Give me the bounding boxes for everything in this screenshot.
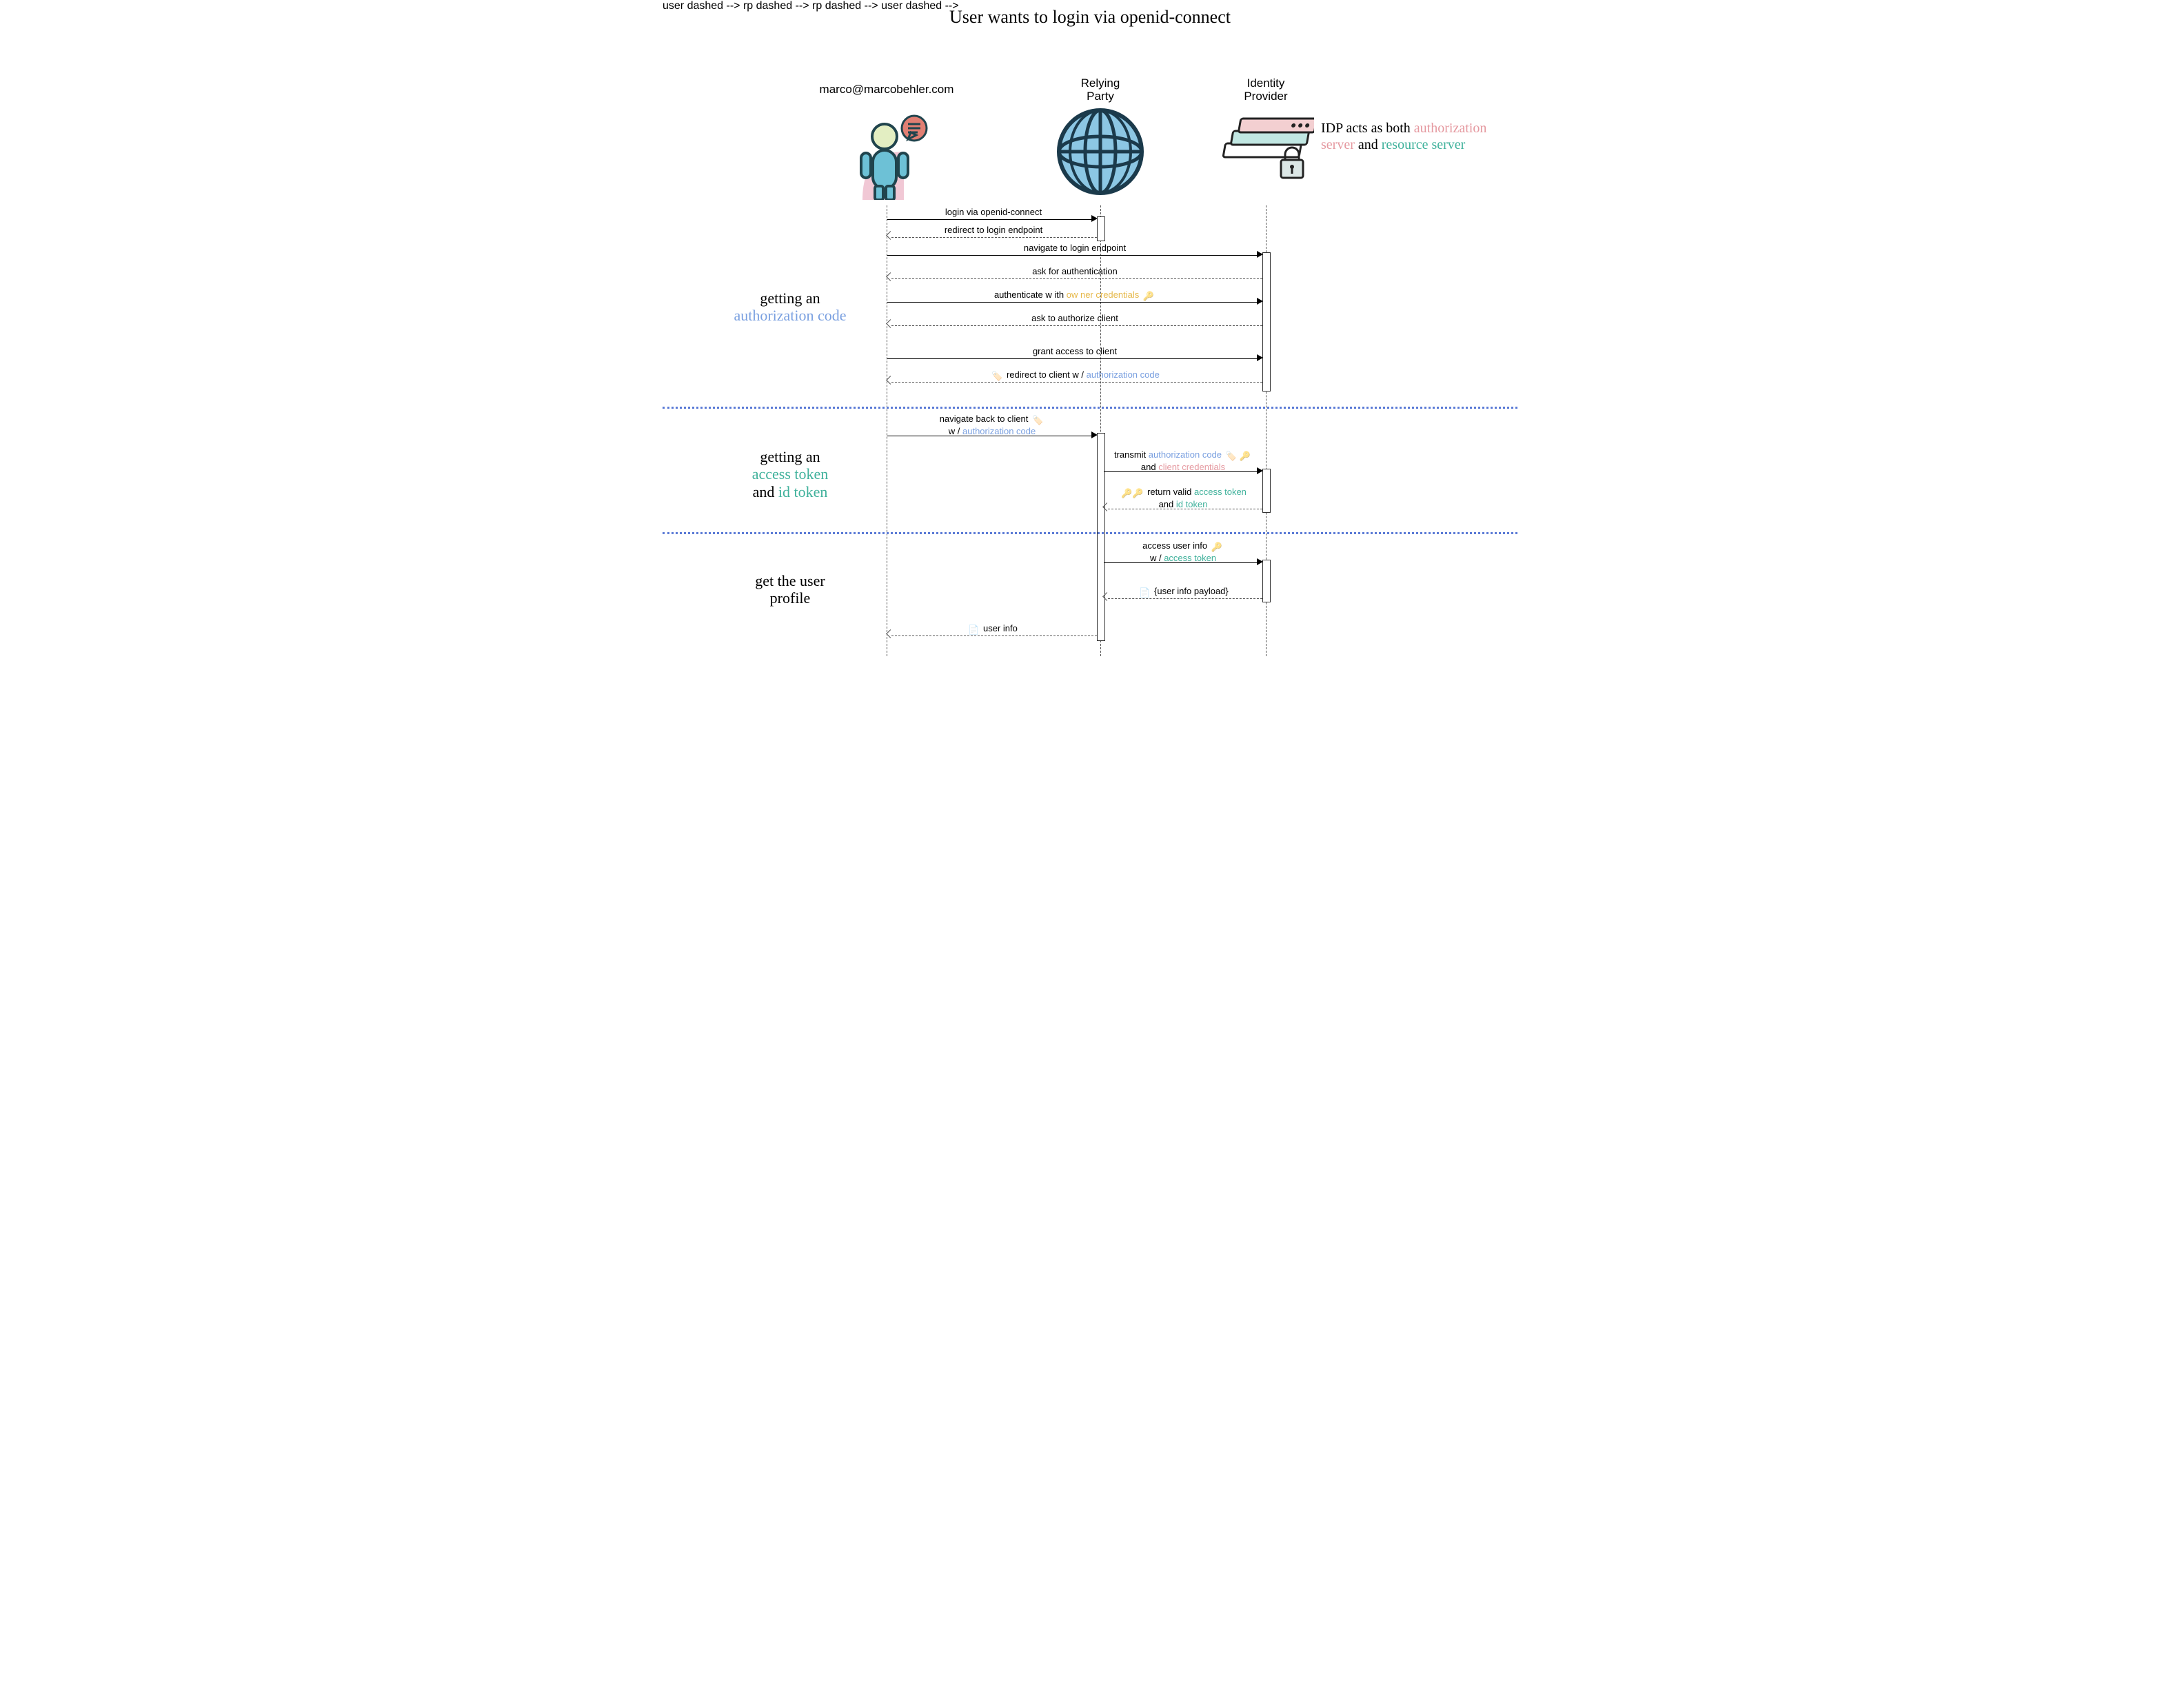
section-label-3: get the user profile [731, 572, 849, 607]
text: access token [1164, 553, 1216, 563]
user-icon [842, 110, 938, 203]
text: w / [949, 426, 960, 436]
message-label: access user info 🔑 w / access token [1104, 540, 1262, 563]
section-label-2: getting an access token and id token [728, 448, 852, 500]
key-icon: 🔑 [1240, 451, 1251, 462]
actor-label-user: marco@marcobehler.com [814, 83, 959, 96]
text: authorization code [1149, 449, 1222, 460]
text: Provider [1244, 90, 1287, 103]
text: access token [1194, 487, 1247, 497]
actor-label-identity-provider: Identity Provider [1221, 77, 1311, 103]
text: Identity [1247, 77, 1285, 90]
message-label: 📄 {user info payload} [1104, 586, 1262, 598]
message-label: 🏷️ redirect to client w / authorization … [887, 369, 1262, 382]
message-label: redirect to login endpoint [890, 225, 1097, 235]
text: get the user [755, 572, 825, 589]
text: id token [778, 483, 828, 500]
activation-bar [1097, 216, 1105, 241]
text: authorization code [734, 307, 846, 324]
message-label: ask to authorize client [887, 313, 1262, 323]
text: IDP acts as both [1321, 121, 1411, 136]
activation-bar [1262, 252, 1271, 392]
diagram-title: User wants to login via openid-connect [663, 7, 1517, 28]
text: transmit [1114, 449, 1146, 460]
message-label: transmit authorization code 🏷️🔑 and clie… [1104, 449, 1262, 472]
text: ow ner credentials [1067, 289, 1140, 300]
key-icon: 🔑 [1211, 542, 1222, 553]
document-icon: 📄 [968, 624, 979, 636]
message-label: grant access to client [887, 346, 1262, 356]
text: resource server [1382, 137, 1466, 152]
text: and [1141, 462, 1156, 472]
phase-divider [663, 532, 1517, 534]
text: getting an [760, 448, 820, 465]
text: navigate back to client [940, 414, 1029, 424]
section-label-1: getting an authorization code [725, 289, 856, 325]
text: authenticate w ith [994, 289, 1067, 300]
idp-note: IDP acts as both authorization server an… [1321, 120, 1507, 153]
text: and [753, 483, 775, 500]
message-label: 📄 user info [887, 623, 1097, 636]
text: access user info [1142, 540, 1207, 551]
text: profile [770, 589, 811, 607]
keys-icon: 🔑🔑 [1121, 488, 1143, 499]
globe-icon [1049, 103, 1152, 203]
message-label: navigate back to client 🏷️ w / authoriza… [887, 414, 1097, 436]
document-icon: 📄 [1139, 587, 1150, 598]
diagram-canvas: User wants to login via openid-connect m… [663, 0, 1517, 670]
text: getting an [760, 289, 820, 307]
server-icon [1218, 110, 1314, 196]
text: Relying [1081, 77, 1120, 90]
text: access token [752, 465, 829, 482]
text: w / [1150, 553, 1162, 563]
activation-bar [1262, 469, 1271, 513]
text: redirect to client w / [1007, 369, 1084, 380]
text: id token [1176, 499, 1208, 509]
text: authorization code [962, 426, 1036, 436]
message-label: navigate to login endpoint [887, 243, 1262, 253]
actor-label-relying-party: Relying Party [1049, 77, 1152, 103]
text: return valid [1147, 487, 1191, 497]
text: and [1358, 137, 1378, 152]
ticket-icon: 🏷️ [991, 371, 1002, 382]
message-label: ask for authentication [887, 266, 1262, 276]
text: user info [983, 623, 1018, 633]
message-label: 🔑🔑 return valid access token and id toke… [1104, 487, 1262, 509]
activation-bar [1262, 560, 1271, 602]
phase-divider [663, 407, 1517, 409]
text: and [1159, 499, 1174, 509]
text: client credentials [1158, 462, 1225, 472]
message-label: authenticate w ith ow ner credentials 🔑 [887, 289, 1262, 302]
message-label: login via openid-connect [890, 207, 1097, 217]
text: Party [1087, 90, 1114, 103]
text: authorization code [1087, 369, 1160, 380]
ticket-icon: 🏷️ [1032, 415, 1043, 426]
text: {user info payload} [1154, 586, 1229, 596]
ticket-icon: 🏷️ [1226, 451, 1237, 462]
key-icon: 🔑 [1143, 291, 1154, 302]
